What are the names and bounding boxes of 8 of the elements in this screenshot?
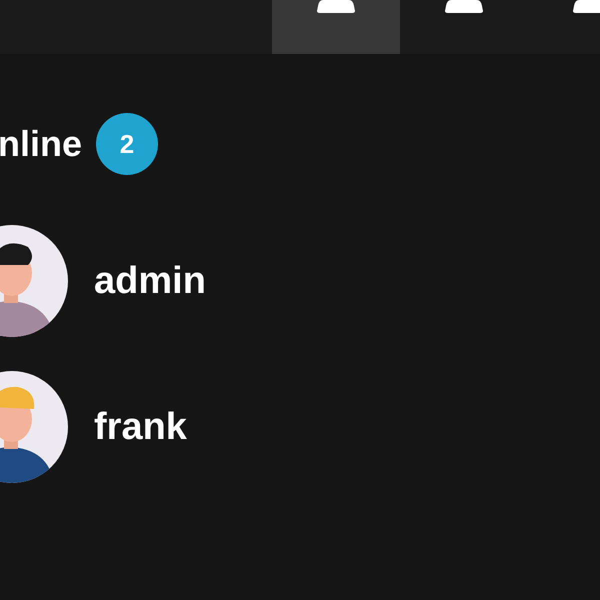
user-name[interactable]: admin [94, 252, 206, 310]
user-icon [445, 0, 483, 13]
user-button[interactable] [272, 0, 400, 54]
user-name[interactable]: frank [94, 398, 187, 456]
online-heading: nline [0, 122, 82, 166]
user-icon [573, 0, 600, 13]
user-icon [317, 0, 355, 13]
count-badge: 2 [96, 113, 158, 175]
